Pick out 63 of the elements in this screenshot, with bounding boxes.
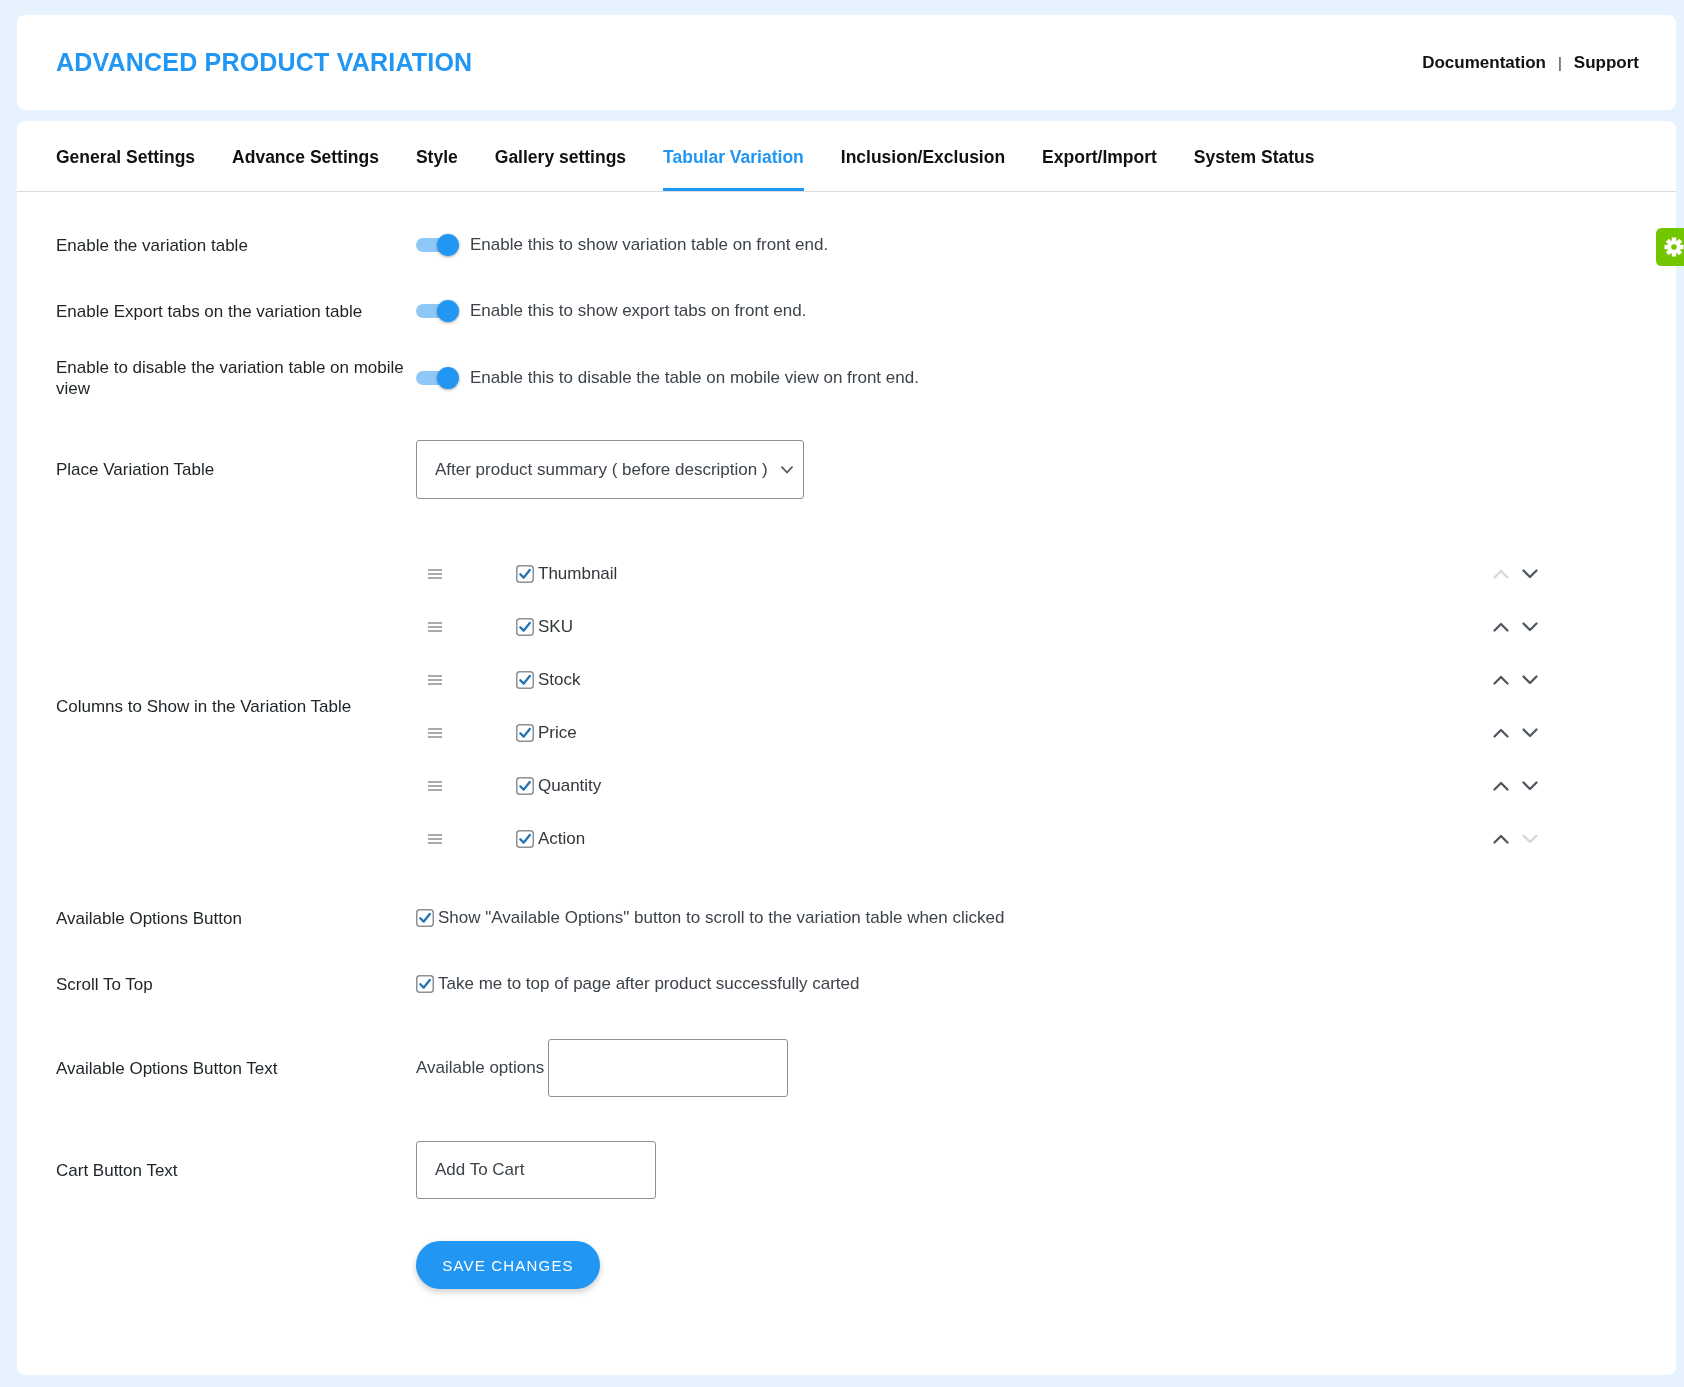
input-prefix-label: Available options <box>416 1058 545 1078</box>
setting-description: Enable this to disable the table on mobile view on front end. <box>470 368 919 388</box>
tab[interactable]: Advance Settings <box>232 121 379 191</box>
drag-handle-icon[interactable] <box>428 568 442 579</box>
chevron-up-icon[interactable] <box>1493 674 1509 685</box>
setting-label: Place Variation Table <box>56 459 216 480</box>
tab[interactable]: General Settings <box>56 121 196 191</box>
checkbox[interactable] <box>516 564 534 583</box>
tab[interactable]: Export/Import <box>1042 121 1157 191</box>
checkbox[interactable] <box>516 829 534 848</box>
setting-label: Available Options Button <box>56 907 243 929</box>
chevron-up-icon[interactable] <box>1493 833 1509 844</box>
select-field[interactable]: After product summary ( before description ) <box>416 440 804 499</box>
checkbox[interactable] <box>416 909 434 927</box>
tab[interactable]: System Status <box>1193 121 1315 191</box>
chevron-down-icon[interactable] <box>1522 780 1538 791</box>
checkbox[interactable] <box>516 617 534 636</box>
header-link[interactable]: Documentation <box>1422 52 1546 73</box>
drag-handle-icon[interactable] <box>428 780 442 791</box>
chevron-down-icon[interactable] <box>1522 727 1538 738</box>
chevron-down-icon <box>781 465 793 474</box>
setting-description: Enable this to show export tabs on front end. <box>470 301 807 321</box>
setting-description: Take me to top of page after product successfully carted <box>438 974 860 994</box>
drag-handle-icon[interactable] <box>428 621 442 632</box>
text-input-field[interactable] <box>548 1039 789 1097</box>
setting-label: Cart Button Text <box>56 1159 179 1181</box>
drag-handle-icon[interactable] <box>428 674 442 685</box>
header-link[interactable]: Support <box>1573 52 1639 73</box>
column-name: Quantity <box>538 775 602 796</box>
drag-handle-icon[interactable] <box>428 727 442 738</box>
tab[interactable]: Style <box>415 121 458 191</box>
chevron-up-icon[interactable] <box>1493 727 1509 738</box>
setting-label: Available Options Button Text <box>56 1057 279 1079</box>
toggle-switch[interactable] <box>416 299 460 323</box>
checkbox[interactable] <box>516 723 534 742</box>
tab[interactable]: Inclusion/Exclusion <box>840 121 1006 191</box>
setting-label: Scroll To Top <box>56 973 154 995</box>
setting-description: Show "Available Options" button to scroll to the variation table when clicked <box>438 908 1005 928</box>
checkbox[interactable] <box>516 776 534 795</box>
checkbox[interactable] <box>516 670 534 689</box>
tab[interactable]: Gallery settings <box>494 121 627 191</box>
setting-label: Enable Export tabs on the variation table <box>56 300 364 322</box>
toggle-switch[interactable] <box>416 233 460 257</box>
setting-label: Columns to Show in the Variation Table <box>56 695 353 717</box>
column-name: Price <box>538 722 577 743</box>
chevron-down-icon[interactable] <box>1522 568 1538 579</box>
setting-description: Enable this to show variation table on front end. <box>470 235 829 255</box>
column-name: Stock <box>538 669 581 690</box>
column-name: SKU <box>538 616 573 637</box>
checkbox[interactable] <box>416 975 434 993</box>
drag-handle-icon[interactable] <box>428 833 442 844</box>
chevron-up-icon[interactable] <box>1493 621 1509 632</box>
setting-label: Enable to disable the variation table on mobile view <box>56 357 405 399</box>
toggle-switch[interactable] <box>416 366 460 390</box>
app-title: ADVANCED PRODUCT VARIATION <box>56 48 473 77</box>
link-separator: | <box>1557 54 1562 71</box>
chevron-down-icon[interactable] <box>1522 621 1538 632</box>
chevron-up-icon[interactable] <box>1493 780 1509 791</box>
column-name: Thumbnail <box>538 563 618 584</box>
column-name: Action <box>538 828 586 849</box>
setting-label: Enable the variation table <box>56 234 249 256</box>
chevron-down-icon[interactable] <box>1522 674 1538 685</box>
text-input-field[interactable]: Add To Cart <box>416 1141 656 1199</box>
